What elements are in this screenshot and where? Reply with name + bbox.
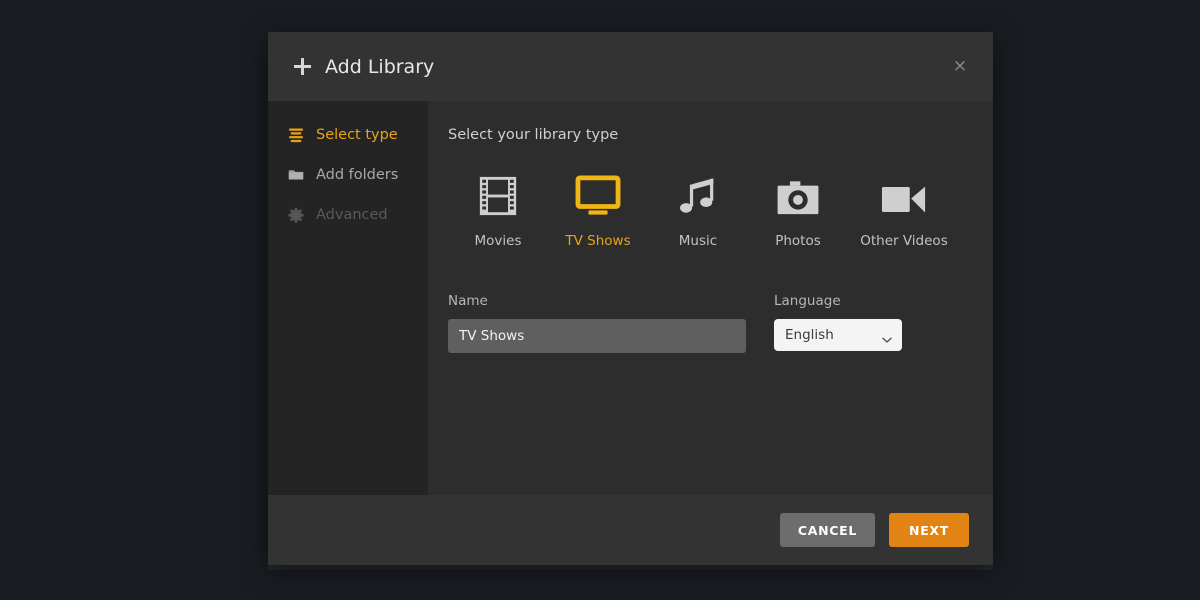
sidebar-item-label: Select type [316,128,398,143]
sidebar-item-advanced: Advanced [268,195,428,235]
dialog-footer: CANCEL NEXT [268,495,993,565]
library-type-other-videos[interactable]: Other Videos [848,173,960,249]
dialog-title-text: Add Library [325,56,434,78]
add-library-dialog: Add Library × Select type [268,32,993,565]
library-type-tv-shows[interactable]: TV Shows [548,173,648,249]
language-select-wrapper: English [774,319,902,351]
name-input[interactable] [448,319,746,353]
name-field-group: Name [448,293,746,353]
library-type-label: Music [679,233,717,249]
dialog-body: Select type Add folders [268,101,993,495]
dialog-content: Select your library type [428,101,993,495]
language-select[interactable]: English [774,319,902,351]
library-type-photos[interactable]: Photos [748,173,848,249]
close-icon[interactable]: × [945,52,975,82]
cancel-button[interactable]: CANCEL [780,513,875,547]
dialog-sidebar: Select type Add folders [268,101,428,495]
name-field-label: Name [448,293,746,309]
library-type-music[interactable]: Music [648,173,748,249]
next-button[interactable]: NEXT [889,513,969,547]
library-type-movies[interactable]: Movies [448,173,548,249]
film-strip-icon [477,173,519,217]
list-icon [288,127,304,143]
sidebar-item-select-type[interactable]: Select type [268,115,428,155]
language-field-group: Language English [774,293,902,351]
tv-icon [575,173,621,217]
library-type-picker: Movies TV Shows [448,173,993,249]
folder-icon [288,167,304,183]
sidebar-item-label: Advanced [316,208,388,223]
language-field-label: Language [774,293,902,309]
camcorder-icon [881,173,927,217]
plus-icon [294,58,311,75]
library-type-label: Movies [475,233,522,249]
sidebar-item-label: Add folders [316,168,398,183]
library-details-fields: Name Language English [448,293,993,353]
library-type-label: Other Videos [860,233,947,249]
sidebar-item-add-folders[interactable]: Add folders [268,155,428,195]
camera-icon [776,173,820,217]
dialog-header: Add Library × [268,32,993,101]
music-note-icon [677,173,719,217]
content-heading: Select your library type [448,127,993,143]
gear-icon [288,207,304,223]
library-type-label: Photos [775,233,821,249]
library-type-label: TV Shows [565,233,630,249]
dialog-title: Add Library [294,56,434,78]
